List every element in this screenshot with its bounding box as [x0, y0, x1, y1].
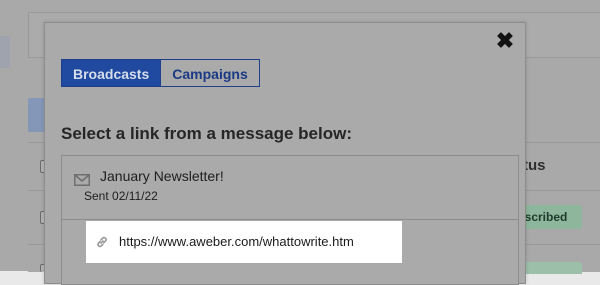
message-list: January Newsletter! Sent 02/11/22 [61, 155, 519, 285]
message-type-tabs: Broadcasts Campaigns [61, 59, 260, 87]
message-sent-date: Sent 02/11/22 [84, 189, 158, 203]
message-link-url: https://www.aweber.com/whattowrite.htm [119, 234, 354, 249]
close-button[interactable]: ✖ [493, 29, 517, 53]
tab-campaigns[interactable]: Campaigns [161, 59, 260, 87]
background-status-column-header: tus [523, 157, 546, 174]
message-title: January Newsletter! [100, 168, 224, 184]
link-icon [95, 235, 109, 254]
message-divider [62, 219, 518, 220]
tab-broadcasts[interactable]: Broadcasts [61, 59, 162, 87]
background-side-tab [0, 36, 10, 68]
message-link-item[interactable]: https://www.aweber.com/whattowrite.htm [86, 221, 402, 263]
close-icon: ✖ [495, 28, 515, 53]
modal-heading: Select a link from a message below: [61, 124, 353, 143]
